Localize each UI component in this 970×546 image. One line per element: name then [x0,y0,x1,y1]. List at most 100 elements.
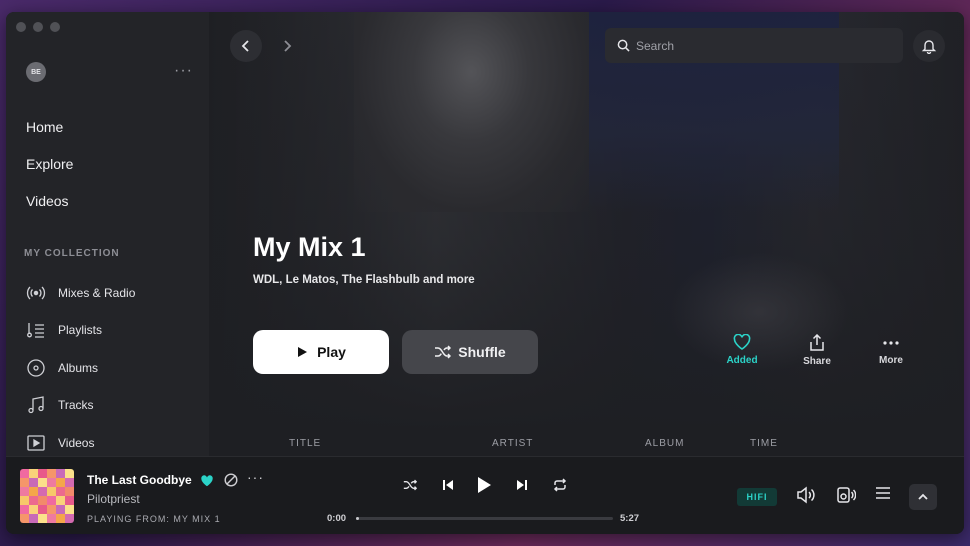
cover-tile [47,469,56,478]
play-icon [298,347,308,357]
cover-tile [47,478,56,487]
cover-tile [20,514,29,523]
sidebar-item-label: Mixes & Radio [58,285,136,300]
skip-previous-icon [443,480,453,490]
shuffle-icon [403,479,417,491]
more-icon [883,341,899,345]
speaker-icon [837,487,856,503]
cover-tile [47,496,56,505]
more-label: More [879,355,903,366]
cover-tile [20,478,29,487]
cover-tile [38,496,47,505]
cover-tile [38,514,47,523]
more-options-icon[interactable]: ··· [174,62,193,80]
shuffle-button[interactable]: Shuffle [402,330,538,374]
repeat-toggle[interactable] [553,478,567,492]
music-note-icon [26,395,46,415]
cover-tile [65,505,74,514]
expand-player-button[interactable] [909,484,937,510]
cover-tile [29,469,38,478]
play-button-label: Play [317,344,346,360]
shuffle-button-label: Shuffle [458,344,506,360]
sidebar-item-mixes-radio[interactable]: Mixes & Radio [26,274,135,312]
close-window-button[interactable] [16,22,26,32]
forward-button[interactable] [271,30,303,62]
nav-item-home[interactable]: Home [26,117,73,154]
maximize-window-button[interactable] [50,22,60,32]
track-title[interactable]: The Last Goodbye [87,473,192,487]
column-header-album[interactable]: ALBUM [645,438,684,449]
nav-item-videos[interactable]: Videos [26,191,73,228]
playing-from[interactable]: PLAYING FROM: MY MIX 1 [87,514,221,524]
cover-tile [20,505,29,514]
more-button[interactable]: More [861,334,921,366]
previous-button[interactable] [442,479,454,491]
cover-tile [38,505,47,514]
cover-tile [47,514,56,523]
back-button[interactable] [230,30,262,62]
album-icon [26,358,46,378]
app-window: BE ··· Home Explore Videos MY COLLECTION… [6,12,964,534]
play-icon [478,477,491,493]
cover-tile [38,487,47,496]
cover-tile [56,478,65,487]
collection-heading: MY COLLECTION [24,248,120,259]
nav-item-explore[interactable]: Explore [26,154,73,191]
sidebar-item-label: Videos [58,435,95,450]
album-cover[interactable] [20,469,74,523]
radio-icon [26,283,46,303]
minimize-window-button[interactable] [33,22,43,32]
collection-list: Mixes & Radio Playlists Albums Tracks Vi… [26,274,135,462]
page-title: My Mix 1 [253,232,366,262]
column-header-artist[interactable]: ARTIST [492,438,533,449]
progress-bar[interactable] [356,517,613,520]
heart-icon [733,334,751,350]
queue-button[interactable] [875,486,891,500]
sidebar-item-playlists[interactable]: Playlists [26,312,135,350]
menu-icon [876,487,890,499]
cover-tile [29,496,38,505]
repeat-icon [553,478,567,492]
search-box[interactable] [605,28,903,63]
chevron-right-icon [284,40,292,52]
cover-tile [29,478,38,487]
main-nav: Home Explore Videos [26,117,73,228]
cover-tile [47,505,56,514]
cover-tile [47,487,56,496]
progress-fill [356,517,359,520]
cover-tile [65,478,74,487]
volume-button[interactable] [796,486,816,504]
search-input[interactable] [636,38,876,53]
avatar[interactable]: BE [26,62,46,82]
sidebar-item-label: Playlists [58,323,103,338]
shuffle-icon [435,345,452,359]
added-button[interactable]: Added [712,334,772,366]
next-button[interactable] [516,479,528,491]
main-content: My Mix 1 WDL, Le Matos, The Flashbulb an… [209,12,964,456]
play-pause-button[interactable] [476,476,492,494]
track-more-icon[interactable]: ··· [247,469,264,485]
notifications-button[interactable] [913,30,945,62]
heart-filled-icon[interactable] [200,474,214,492]
sidebar-item-albums[interactable]: Albums [26,349,135,387]
output-device-button[interactable] [836,486,856,504]
play-button[interactable]: Play [253,330,389,374]
cover-tile [65,514,74,523]
track-artist[interactable]: Pilotpriest [87,492,140,506]
quality-badge[interactable]: HIFI [737,488,777,506]
video-icon [26,433,46,453]
cover-tile [38,478,47,487]
shuffle-toggle[interactable] [403,479,417,491]
cover-tile [65,496,74,505]
chevron-left-icon [241,40,249,52]
share-label: Share [803,356,831,367]
cover-tile [20,487,29,496]
column-header-time[interactable]: TIME [750,438,778,449]
cover-tile [65,487,74,496]
column-header-title[interactable]: TITLE [289,438,321,449]
cover-tile [56,469,65,478]
share-button[interactable]: Share [787,334,847,367]
sidebar-item-tracks[interactable]: Tracks [26,387,135,425]
block-icon[interactable] [224,473,238,492]
cover-tile [29,514,38,523]
